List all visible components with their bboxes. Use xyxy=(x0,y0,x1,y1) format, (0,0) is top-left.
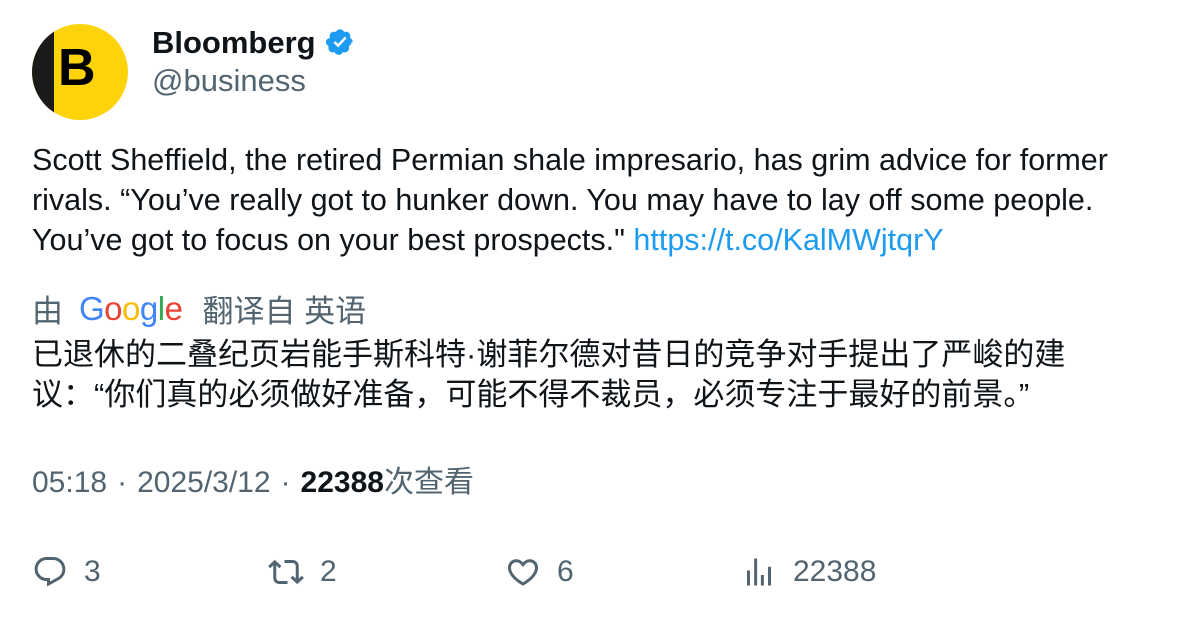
google-logo-letter: o xyxy=(104,289,123,327)
reply-count: 3 xyxy=(84,555,101,588)
avatar[interactable]: B xyxy=(32,24,128,120)
meta-separator: · xyxy=(280,466,291,499)
tweet-time[interactable]: 05:18 xyxy=(32,463,107,503)
views-action-count: 22388 xyxy=(793,555,877,588)
meta-separator: · xyxy=(117,466,128,499)
retweet-button[interactable]: 2 xyxy=(268,550,337,594)
reply-button[interactable]: 3 xyxy=(32,550,101,594)
tweet-meta: 05:18 · 2025/3/12 · 22388 次查看 xyxy=(32,463,474,503)
views-button[interactable]: 22388 xyxy=(741,550,876,594)
author-handle[interactable]: @business xyxy=(152,63,306,99)
author-name-row: Bloomberg xyxy=(152,22,355,62)
tweet-body: Scott Sheffield, the retired Permian sha… xyxy=(32,143,1108,257)
verified-badge-icon[interactable] xyxy=(325,27,355,57)
avatar-dark-edge xyxy=(32,24,54,120)
avatar-letter: B xyxy=(58,39,96,97)
heart-icon xyxy=(505,554,541,590)
tweet-card: B Bloomberg @business Scott Sheffield, t… xyxy=(0,0,1196,618)
translation-by-label: 由 xyxy=(32,293,63,329)
reply-icon xyxy=(32,554,68,590)
retweet-icon xyxy=(268,554,304,590)
like-count: 6 xyxy=(557,555,574,588)
tweet-actions: 3 2 6 22388 xyxy=(32,550,1172,594)
translation-attribution: 由 Google 翻译自 英语 xyxy=(32,288,367,329)
google-logo-letter: l xyxy=(157,289,165,327)
author-display-name[interactable]: Bloomberg xyxy=(152,27,316,58)
tweet-date[interactable]: 2025/3/12 xyxy=(137,463,270,503)
tweet-link[interactable]: https://t.co/KalMWjtqrY xyxy=(633,223,943,257)
google-logo[interactable]: Google xyxy=(79,289,183,327)
translation-from-label: 翻译自 英语 xyxy=(202,293,367,329)
views-count: 22388 xyxy=(300,466,384,499)
analytics-icon xyxy=(741,554,777,590)
views-label: 次查看 xyxy=(383,466,474,499)
translated-text: 已退休的二叠纪页岩能手斯科特·谢菲尔德对昔日的竞争对手提出了严峻的建议：“你们真… xyxy=(32,337,1066,412)
google-logo-letter: g xyxy=(139,289,158,327)
tweet-text: Scott Sheffield, the retired Permian sha… xyxy=(32,140,1172,260)
google-logo-letter: e xyxy=(164,289,183,327)
like-button[interactable]: 6 xyxy=(505,550,574,594)
google-logo-letter: G xyxy=(79,289,105,327)
google-logo-letter: o xyxy=(122,289,140,327)
retweet-count: 2 xyxy=(320,555,337,588)
